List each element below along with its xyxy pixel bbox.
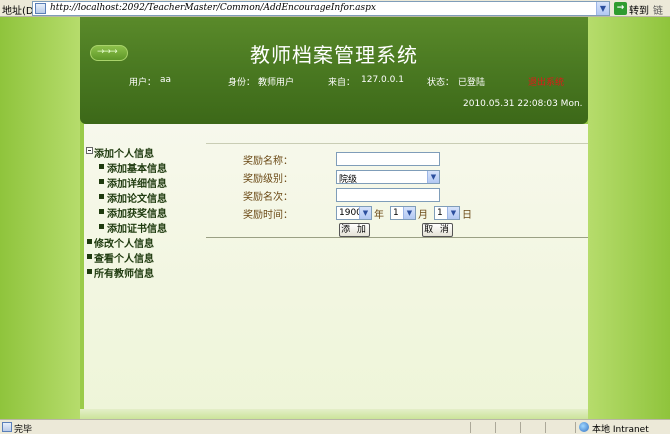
status-text: 完毕 — [14, 425, 33, 434]
award-name-label: 奖励名称： — [243, 156, 293, 167]
user-label: 用户： — [129, 78, 157, 88]
logout-link[interactable]: 退出系统 — [528, 75, 564, 88]
bullet-square-icon — [99, 179, 104, 184]
chevron-down-icon: ▼ — [359, 207, 371, 219]
award-rank-label: 奖励名次： — [243, 192, 293, 203]
day-select[interactable]: 1 ▼ — [434, 206, 460, 220]
go-button[interactable]: → 转到 — [614, 1, 650, 17]
cancel-button[interactable]: 取 消 — [422, 223, 453, 237]
chevron-down-icon: ▼ — [403, 207, 415, 219]
status-divider — [520, 422, 521, 433]
menu-group-all-teachers[interactable]: 所有教师信息 — [84, 264, 204, 280]
user-value: aa — [160, 75, 172, 85]
bullet-square-icon — [87, 239, 92, 244]
award-level-select[interactable]: 院级 ▼ — [336, 170, 440, 185]
go-arrow-icon: → — [614, 2, 627, 15]
award-name-input[interactable] — [336, 152, 440, 166]
address-input[interactable]: http://localhost:2092/TeacherMaster/Comm… — [32, 1, 610, 16]
page-done-icon — [2, 422, 12, 432]
status-divider — [545, 422, 546, 433]
bullet-square-icon — [99, 209, 104, 214]
right-background — [588, 17, 670, 419]
menu-item-add-certificate[interactable]: 添加证书信息 — [84, 219, 204, 235]
menu-item-add-basic[interactable]: 添加基本信息 — [84, 159, 204, 175]
chevron-down-icon: ▼ — [427, 171, 439, 183]
month-select[interactable]: 1 ▼ — [390, 206, 416, 220]
state-value: 已登陆 — [458, 78, 486, 88]
day-unit: 日 — [462, 210, 472, 221]
page-viewport: →→→ 教师档案管理系统 用户： aa 身份： 教师用户 来自： 127.0.0… — [0, 17, 670, 419]
address-dropdown-icon[interactable]: ▼ — [596, 2, 609, 15]
left-background — [0, 17, 80, 419]
menu-group-view-personal[interactable]: 查看个人信息 — [84, 249, 204, 265]
go-label: 转到 — [629, 6, 649, 17]
add-button[interactable]: 添 加 — [339, 223, 370, 237]
award-time-label: 奖励时间： — [243, 210, 293, 221]
status-bar: 完毕 本地 Intranet — [0, 419, 670, 434]
from-value: 127.0.0.1 — [361, 75, 404, 85]
chevron-down-icon: ▼ — [447, 207, 459, 219]
bullet-square-icon — [99, 224, 104, 229]
menu-item-add-detail[interactable]: 添加详细信息 — [84, 174, 204, 190]
menu-group-add-personal[interactable]: 添加个人信息 — [84, 144, 204, 160]
intranet-globe-icon — [579, 422, 589, 432]
page-icon — [35, 3, 46, 14]
content-area: 添加个人信息 添加基本信息 添加详细信息 添加论文信息 添加获奖信息 添加证书信… — [84, 124, 588, 419]
award-form: 奖励名称： 奖励级别： 院级 ▼ 奖励名次： 奖励时间： 1900 ▼ 年 1 … — [206, 143, 588, 238]
award-level-label: 奖励级别： — [243, 174, 293, 185]
from-label: 来自： — [328, 78, 356, 88]
status-divider — [495, 422, 496, 433]
year-select[interactable]: 1900 ▼ — [336, 206, 372, 220]
bullet-square-icon — [99, 164, 104, 169]
year-unit: 年 — [374, 210, 384, 221]
collapse-icon[interactable] — [86, 147, 93, 154]
status-divider — [575, 422, 576, 433]
state-label: 状态： — [427, 78, 455, 88]
month-unit: 月 — [418, 210, 428, 221]
menu-item-add-paper[interactable]: 添加论文信息 — [84, 189, 204, 205]
menu-item-add-award[interactable]: 添加获奖信息 — [84, 204, 204, 220]
bullet-square-icon — [99, 194, 104, 199]
address-url: http://localhost:2092/TeacherMaster/Comm… — [50, 3, 376, 13]
role-label: 身份： — [228, 78, 256, 88]
tree-menu: 添加个人信息 添加基本信息 添加详细信息 添加论文信息 添加获奖信息 添加证书信… — [84, 144, 204, 280]
site-title: 教师档案管理系统 — [250, 43, 418, 67]
bullet-square-icon — [87, 254, 92, 259]
address-bar: 地址(D) http://localhost:2092/TeacherMaste… — [0, 0, 670, 32]
award-rank-input[interactable] — [336, 188, 440, 202]
menu-group-edit-personal[interactable]: 修改个人信息 — [84, 234, 204, 250]
content-bottom-edge — [80, 409, 588, 419]
bullet-square-icon — [87, 269, 92, 274]
site-header: →→→ 教师档案管理系统 用户： aa 身份： 教师用户 来自： 127.0.0… — [80, 17, 588, 124]
status-divider — [470, 422, 471, 433]
security-zone-text: 本地 Intranet — [592, 425, 649, 434]
role-value: 教师用户 — [258, 78, 295, 88]
datetime-display: 2010.05.31 22:08:03 Mon. — [463, 99, 583, 109]
